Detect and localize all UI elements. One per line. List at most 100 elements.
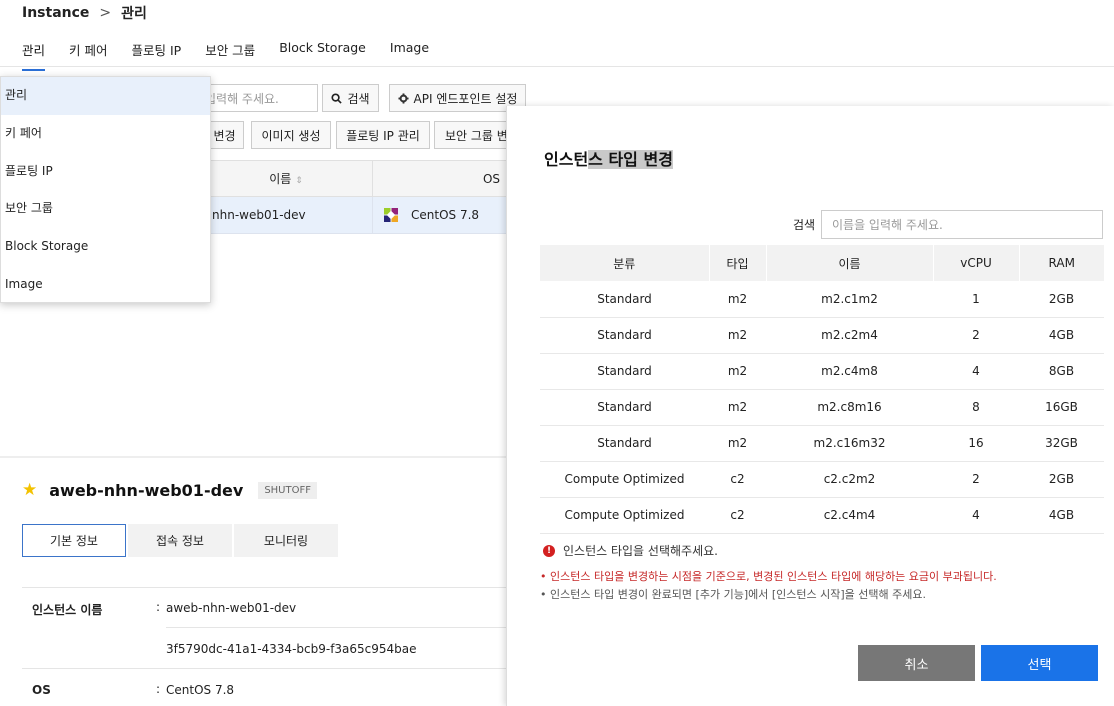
breadcrumb-separator: > [99, 5, 112, 21]
star-icon[interactable]: ★ [22, 480, 37, 500]
dropdown-item-image[interactable]: Image [1, 266, 210, 304]
instance-type-table: 분류 타입 이름 vCPU RAM Standard m2 m2.c1m2 1 2GB S… [540, 245, 1104, 534]
info-colon: : [156, 682, 161, 696]
tab-connection-info[interactable]: 접속 정보 [128, 524, 232, 557]
cell-category: Compute Optimized [540, 461, 709, 498]
info-colon: : [156, 600, 161, 614]
cell-type: m2 [709, 317, 766, 354]
search-button-label: 검색 [347, 91, 370, 106]
select-button[interactable]: 선택 [981, 645, 1098, 681]
cell-ram: 2GB [1019, 461, 1104, 498]
cell-ram: 8GB [1019, 353, 1104, 390]
cell-category: Compute Optimized [540, 497, 709, 534]
create-image-button[interactable]: 이미지 생성 [251, 121, 331, 149]
dropdown-item-key-pair[interactable]: 키 페어 [1, 115, 210, 153]
note-restart: • 인스턴스 타입 변경이 완료되면 [추가 기능]에서 [인스턴스 시작]을 … [540, 588, 926, 601]
cell-category: Standard [540, 353, 709, 390]
cell-vcpu: 16 [933, 425, 1019, 462]
table-row[interactable]: Compute Optimized c2 c2.c4m4 4 4GB [540, 497, 1104, 534]
api-endpoint-label: API 엔드포인트 설정 [413, 91, 518, 106]
table-row[interactable]: Standard m2 m2.c2m4 2 4GB [540, 317, 1104, 354]
column-header-name: 이름 [766, 245, 934, 281]
breadcrumb-root[interactable]: Instance [22, 5, 89, 21]
tab-basic-info[interactable]: 기본 정보 [22, 524, 126, 557]
cell-ram: 32GB [1019, 425, 1104, 462]
dropdown-item-block-storage[interactable]: Block Storage [1, 228, 210, 266]
table-row[interactable]: Standard m2 m2.c8m16 8 16GB [540, 389, 1104, 426]
dropdown-item-security-group[interactable]: 보안 그룹 [1, 190, 210, 228]
dropdown-item-floating-ip[interactable]: 플로팅 IP [1, 153, 210, 191]
breadcrumb: Instance > 관리 [22, 4, 147, 22]
info-key: 인스턴스 이름 [32, 603, 103, 617]
instance-type-modal: 인스턴스 타입 변경 검색 이름을 입력해 주세요. 분류 타입 이름 vCPU… [506, 106, 1114, 706]
instance-os-cell: CentOS 7.8 [373, 197, 506, 233]
nav-dropdown: 관리 키 페어 플로팅 IP 보안 그룹 Block Storage Image [0, 76, 211, 303]
detail-title: ★ aweb-nhn-web01-dev SHUTOFF [22, 480, 317, 500]
cell-type: c2 [709, 497, 766, 534]
column-header-type: 타입 [709, 245, 767, 281]
dropdown-item-manage[interactable]: 관리 [1, 77, 210, 115]
tabs-divider [0, 66, 1114, 67]
column-header-vcpu: vCPU [933, 245, 1020, 281]
table-row[interactable]: Standard m2 m2.c16m32 16 32GB [540, 425, 1104, 462]
cell-ram: 2GB [1019, 281, 1104, 318]
info-value: aweb-nhn-web01-dev [166, 601, 297, 615]
validation-error: ! 인스턴스 타입을 선택해주세요. [543, 542, 718, 559]
cell-ram: 16GB [1019, 389, 1104, 426]
change-security-group-button[interactable]: 보안 그룹 변 [434, 121, 514, 149]
cell-ram: 4GB [1019, 497, 1104, 534]
info-row-os: OS : CentOS 7.8 [22, 668, 506, 706]
table-row[interactable]: Compute Optimized c2 c2.c2m2 2 2GB [540, 461, 1104, 498]
error-icon: ! [543, 544, 555, 557]
note-billing: • 인스턴스 타입을 변경하는 시점을 기준으로, 변경된 인스턴스 타입에 해… [540, 570, 997, 583]
os-label: CentOS 7.8 [411, 208, 480, 222]
cell-ram: 4GB [1019, 317, 1104, 354]
cell-category: Standard [540, 389, 709, 426]
cell-vcpu: 2 [933, 461, 1019, 498]
column-header-ram: RAM [1019, 245, 1104, 281]
cell-type: m2 [709, 389, 766, 426]
cancel-button[interactable]: 취소 [858, 645, 975, 681]
cell-name: m2.c4m8 [766, 353, 933, 390]
info-value-id: 3f5790dc-41a1-4334-bcb9-f3a65c954bae [166, 642, 417, 656]
status-badge: SHUTOFF [258, 481, 317, 499]
tab-monitoring[interactable]: 모니터링 [234, 524, 338, 557]
detail-tabs: 기본 정보 접속 정보 모니터링 [22, 524, 340, 557]
info-row-instance-id: 3f5790dc-41a1-4334-bcb9-f3a65c954bae [166, 627, 506, 668]
table-row[interactable]: nhn-web01-dev CentOS 7.8 [200, 197, 506, 234]
search-button[interactable]: 검색 [322, 84, 379, 112]
cell-type: m2 [709, 425, 766, 462]
cell-name: m2.c16m32 [766, 425, 933, 462]
info-row-instance-name: 인스턴스 이름 : aweb-nhn-web01-dev [22, 587, 506, 627]
error-message: 인스턴스 타입을 선택해주세요. [563, 544, 718, 558]
cell-vcpu: 1 [933, 281, 1019, 318]
column-header-name[interactable]: 이름 ⇕ [200, 161, 373, 196]
section-divider [0, 456, 506, 458]
modal-notes: • 인스턴스 타입을 변경하는 시점을 기준으로, 변경된 인스턴스 타입에 해… [540, 568, 997, 604]
instance-name-cell[interactable]: nhn-web01-dev [200, 197, 373, 233]
cell-type: m2 [709, 281, 766, 318]
sort-icon: ⇕ [295, 176, 303, 186]
instance-search-input[interactable]: 입력해 주세요. [196, 84, 318, 112]
search-icon [331, 92, 343, 104]
modal-search-input[interactable]: 이름을 입력해 주세요. [821, 210, 1103, 239]
info-key-os: OS [32, 683, 51, 697]
cell-vcpu: 4 [933, 497, 1019, 534]
cell-category: Standard [540, 317, 709, 354]
cell-name: m2.c2m4 [766, 317, 933, 354]
column-header-os: OS [482, 172, 500, 186]
info-value-os: CentOS 7.8 [166, 683, 235, 697]
cell-name: c2.c2m2 [766, 461, 933, 498]
modal-title: 인스턴스 타입 변경 [544, 150, 673, 169]
manage-floating-ip-button[interactable]: 플로팅 IP 관리 [336, 121, 430, 149]
breadcrumb-current: 관리 [121, 6, 147, 22]
cell-name: c2.c4m4 [766, 497, 933, 534]
instance-detail-name: aweb-nhn-web01-dev [49, 480, 244, 500]
cell-category: Standard [540, 281, 709, 318]
centos-icon [384, 208, 398, 222]
table-row[interactable]: Standard m2 m2.c4m8 4 8GB [540, 353, 1104, 390]
modal-search-label: 검색 [793, 218, 816, 232]
gear-icon [398, 92, 409, 104]
table-row[interactable]: Standard m2 m2.c1m2 1 2GB [540, 281, 1104, 318]
cell-name: m2.c8m16 [766, 389, 933, 426]
